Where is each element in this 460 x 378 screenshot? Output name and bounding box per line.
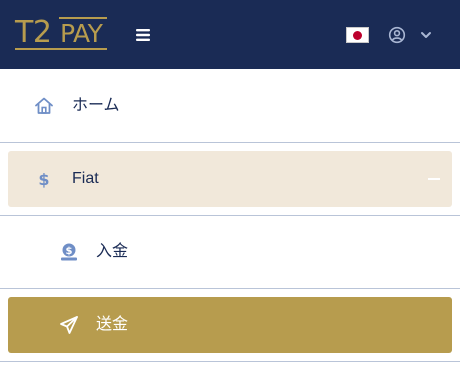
logo-underline: [15, 48, 107, 50]
nav-item-send-label: 送金: [96, 316, 129, 333]
nav-divider: [0, 288, 460, 289]
send-icon: [58, 314, 80, 336]
home-icon: [33, 95, 55, 117]
nav-divider: [0, 142, 460, 143]
nav-item-fiat-label: Fiat: [72, 170, 99, 187]
japan-flag-icon[interactable]: [346, 27, 369, 43]
user-menu-button[interactable]: [387, 25, 435, 45]
logo-text-sub: PAY: [60, 19, 103, 48]
nav-item-deposit-label: 入金: [96, 243, 129, 260]
nav-item-send[interactable]: 送金: [8, 297, 452, 353]
hamburger-icon[interactable]: [133, 25, 153, 45]
nav-item-fiat[interactable]: $ Fiat: [8, 151, 452, 207]
nav-divider: [0, 361, 460, 362]
nav-divider: [0, 215, 460, 216]
deposit-icon: $: [58, 241, 80, 263]
t2pay-logo[interactable]: T2 PAY: [15, 17, 107, 51]
collapse-icon[interactable]: [428, 178, 440, 180]
nav-item-deposit[interactable]: $ 入金: [8, 224, 452, 280]
dollar-icon: $: [33, 168, 55, 190]
svg-text:$: $: [38, 170, 49, 189]
svg-text:$: $: [66, 246, 73, 257]
logo-text-main: T2: [15, 15, 52, 50]
top-navbar: T2 PAY: [0, 0, 460, 69]
user-circle-icon: [387, 25, 407, 45]
nav-item-home-label: ホーム: [72, 97, 120, 114]
nav-item-home[interactable]: ホーム: [8, 78, 452, 134]
chevron-down-icon: [419, 28, 433, 42]
